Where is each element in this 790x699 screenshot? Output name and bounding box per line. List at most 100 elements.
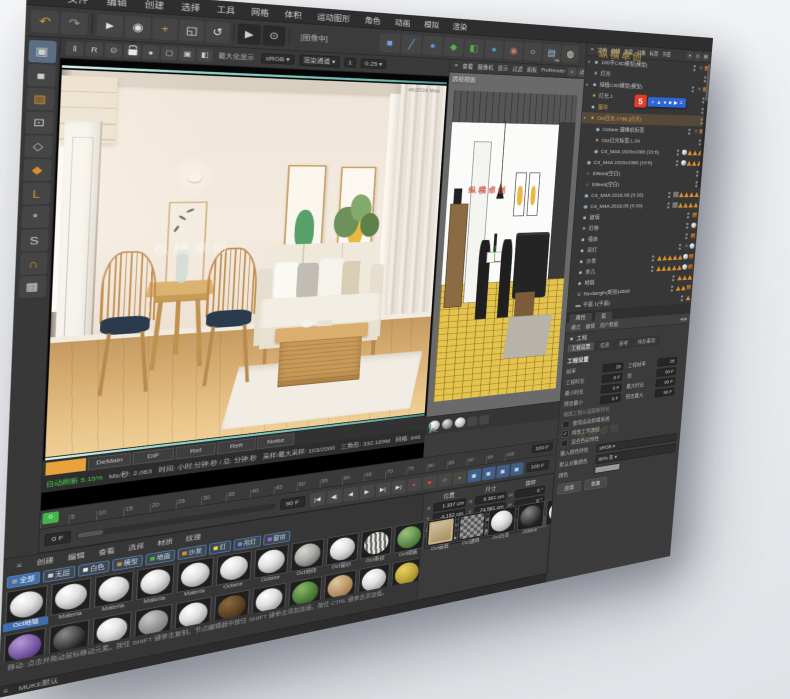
- make-editable-icon[interactable]: ▣: [28, 40, 57, 64]
- render-view-icon[interactable]: ▶: [237, 23, 261, 45]
- menubar-item[interactable]: 编辑: [98, 0, 137, 9]
- visibility-dots[interactable]: [691, 85, 694, 93]
- history-nav[interactable]: ◀ ▶: [680, 316, 688, 322]
- menubar-item[interactable]: 工具: [208, 2, 243, 16]
- polygon-mode-icon[interactable]: ◆: [23, 159, 51, 181]
- checkbox[interactable]: [562, 421, 569, 429]
- material-menu-icon[interactable]: ≡: [9, 559, 29, 570]
- menubar-item[interactable]: 网格: [243, 5, 277, 19]
- viewport-solo-icon[interactable]: *: [21, 206, 49, 228]
- keyframe-selection-button[interactable]: ⊙: [437, 473, 451, 488]
- search-icon[interactable]: ⊙: [694, 52, 701, 60]
- focus-pick-icon[interactable]: ●: [142, 45, 159, 60]
- texture-mode-icon[interactable]: ▨: [26, 88, 54, 111]
- goto-end-button[interactable]: ▶|: [391, 480, 406, 495]
- redo-icon[interactable]: ↷: [60, 11, 88, 35]
- select-tool-icon[interactable]: ►: [96, 14, 123, 37]
- material-tag-icon[interactable]: [689, 243, 695, 249]
- menubar-item[interactable]: 渲染: [446, 20, 475, 33]
- restart-render-icon[interactable]: R: [85, 42, 103, 57]
- color-swatch[interactable]: [594, 463, 620, 474]
- render-settings-icon[interactable]: ⊙: [262, 25, 286, 47]
- live-selection-icon[interactable]: ◉: [125, 16, 152, 39]
- film-region-icon[interactable]: ▣: [179, 47, 196, 61]
- pause-render-icon[interactable]: ‖: [66, 41, 84, 56]
- visibility-dots[interactable]: [693, 64, 696, 72]
- attribute-button[interactable]: 恢复: [584, 476, 607, 490]
- start-frame-field[interactable]: 0 F: [44, 531, 70, 547]
- om-menu-item[interactable]: 书签: [660, 50, 673, 58]
- texture-tag-icon[interactable]: [689, 254, 695, 260]
- volume-icon[interactable]: ●: [484, 39, 504, 58]
- render-canvas[interactable]: 纵横卓创 4K/2019 Mon: [42, 58, 448, 476]
- ratio-field[interactable]: 1: [344, 58, 356, 68]
- checkbox[interactable]: [561, 439, 568, 447]
- scale-dropdown[interactable]: 0.25 ▾: [361, 58, 387, 69]
- field-value[interactable]: 90 F: [655, 387, 675, 397]
- app-menu-icon[interactable]: ≡: [33, 0, 59, 2]
- viewport-menu-item[interactable]: ProRender: [539, 67, 568, 76]
- record-button[interactable]: ●: [407, 477, 422, 492]
- layers-icon[interactable]: ▤: [702, 53, 709, 61]
- octane-tag-icon[interactable]: [686, 295, 691, 301]
- om-menu-item[interactable]: 标签: [647, 50, 660, 58]
- menubar-item[interactable]: 文件: [58, 0, 98, 7]
- visibility-dots[interactable]: [686, 222, 689, 229]
- record-position-button[interactable]: ▣: [467, 468, 481, 482]
- primitive-cube-icon[interactable]: ■: [379, 32, 401, 52]
- rotate-tool-icon[interactable]: ↺: [205, 21, 230, 43]
- attribute-menu-item[interactable]: 模式: [568, 323, 583, 331]
- timeline-end-frame[interactable]: 100 F: [531, 442, 553, 453]
- octane-tag-icon[interactable]: [678, 254, 683, 260]
- camera-icon[interactable]: ◉: [504, 41, 523, 60]
- dock-button[interactable]: [479, 414, 489, 424]
- viewport-menu-item[interactable]: 面板: [524, 66, 539, 74]
- record-parameter-button[interactable]: ▣: [510, 462, 523, 476]
- record-rotation-button[interactable]: ▣: [496, 464, 510, 478]
- viewport-scene[interactable]: 纵横卓创: [433, 91, 578, 402]
- mograph-icon[interactable]: ◆: [443, 37, 463, 57]
- visibility-dots[interactable]: [676, 149, 679, 156]
- field-value[interactable]: 0 F: [600, 394, 621, 405]
- object-row[interactable]: ○Eifeed(空白): [577, 168, 702, 179]
- next-frame-button[interactable]: ▶|: [375, 482, 390, 497]
- visibility-dots[interactable]: [685, 232, 688, 239]
- material-tag-icon[interactable]: [691, 223, 697, 229]
- light-icon[interactable]: ○: [523, 42, 542, 61]
- field-value[interactable]: 0 F: [601, 383, 622, 393]
- attribute-menu-item[interactable]: 编辑: [583, 322, 598, 330]
- menubar-item[interactable]: 体积: [277, 7, 310, 21]
- record-filter-button[interactable]: ∗: [452, 471, 466, 486]
- edge-mode-icon[interactable]: ◇: [24, 135, 52, 157]
- texture-tag-icon[interactable]: [690, 233, 696, 239]
- autokey-button[interactable]: ◆: [422, 475, 437, 490]
- menubar-item[interactable]: 运动图形: [309, 10, 358, 25]
- tag-icon[interactable]: ×: [684, 243, 690, 249]
- texture-tag-icon[interactable]: [686, 284, 692, 290]
- attribute-menu-item[interactable]: 用户数据: [597, 320, 621, 329]
- material-item[interactable]: Oct画框: [424, 516, 458, 557]
- visibility-dots[interactable]: [671, 285, 674, 292]
- object-row[interactable]: ◉C4_M4A 1920x1080 (19:6): [578, 157, 703, 168]
- field-value[interactable]: 90 F: [655, 377, 675, 387]
- prev-frame-button[interactable]: ◀: [343, 487, 359, 502]
- goto-start-button[interactable]: |◀: [309, 491, 325, 507]
- region-render-icon[interactable]: ▢: [161, 46, 178, 61]
- viewport-menu-item[interactable]: 显示: [495, 64, 510, 72]
- viewport-menu-item[interactable]: 查看: [460, 62, 476, 71]
- spline-pen-icon[interactable]: ╱: [401, 34, 422, 54]
- viewport-menu-item[interactable]: 摄像机: [475, 63, 496, 72]
- visibility-dots[interactable]: [668, 191, 671, 198]
- render-passes-dropdown[interactable]: 渲染通道 ▾: [299, 54, 340, 67]
- clay-mode-icon[interactable]: ◧: [197, 48, 213, 62]
- material-item[interactable]: Oct透明: [455, 511, 488, 552]
- end-frame-field[interactable]: 90 F: [280, 496, 305, 510]
- visibility-dots[interactable]: [688, 128, 691, 135]
- undo-icon[interactable]: ↶: [31, 9, 60, 33]
- magnet-icon[interactable]: ∩: [19, 252, 47, 275]
- srgb-dropdown[interactable]: sRGB ▾: [261, 53, 294, 65]
- visibility-dots[interactable]: [676, 159, 679, 166]
- checkbox[interactable]: ✓: [561, 430, 568, 438]
- field-value[interactable]: 25: [602, 362, 623, 372]
- octane-tag-icon[interactable]: [687, 274, 692, 280]
